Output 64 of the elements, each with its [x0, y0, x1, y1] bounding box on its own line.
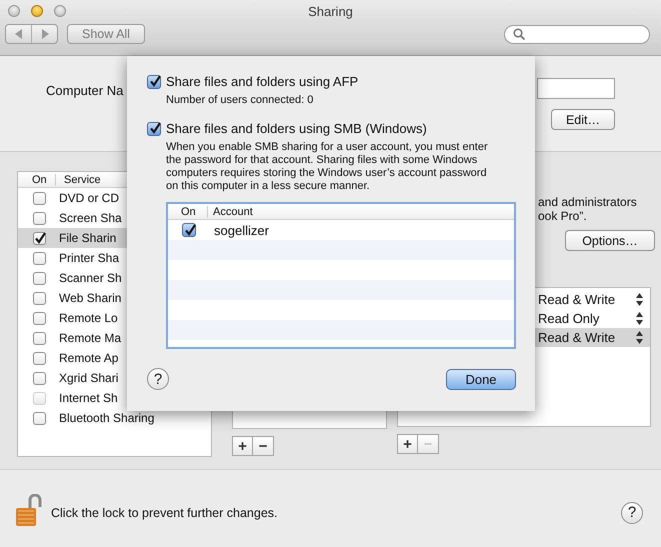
window-control[interactable] — [54, 5, 66, 17]
service-name: DVD or CD — [59, 191, 120, 205]
column-header: On — [18, 174, 56, 186]
permission-popup[interactable]: Read Only — [538, 311, 600, 326]
done-button[interactable]: Done — [446, 368, 516, 390]
permission-popup[interactable]: Read & Write — [538, 330, 616, 345]
checkbox[interactable] — [33, 312, 46, 324]
permission-popup[interactable]: Read & Write — [538, 292, 616, 307]
note-text: When you enable SMB sharing for a user account, you must enter the password for that account. Sharing files with some Windows computers requires storing the Windows user’s account password on this computer in a less secure manner. — [165, 141, 489, 193]
help-button[interactable]: ? — [147, 368, 169, 390]
description-text: ook Pro”. — [538, 209, 588, 223]
add-button[interactable]: + — [397, 434, 418, 454]
service-name: Remote Ap — [59, 351, 118, 365]
option-label: Share files and folders using AFP — [166, 74, 358, 89]
updown-arrows-icon — [636, 312, 643, 325]
back-icon — [14, 29, 22, 39]
account-name: sogellizer — [214, 222, 269, 238]
description-text: and administrators — [538, 195, 638, 209]
service-name: Web Sharin — [59, 291, 122, 305]
service-name: Screen Sha — [59, 211, 122, 225]
help-button[interactable]: ? — [621, 502, 643, 524]
options-button[interactable]: Options… — [565, 230, 655, 251]
search-field[interactable] — [504, 24, 650, 44]
column-header: Service — [63, 174, 101, 186]
service-name: Remote Ma — [59, 331, 122, 345]
updown-arrows-icon — [636, 331, 643, 344]
remove-button[interactable]: − — [253, 436, 274, 456]
checkbox[interactable] — [147, 122, 161, 136]
service-name: Scanner Sh — [59, 271, 122, 285]
checkbox[interactable] — [33, 372, 46, 384]
checkbox[interactable] — [33, 212, 46, 224]
edit-button[interactable]: Edit… — [551, 109, 615, 130]
column-header: Account — [212, 206, 253, 218]
checkbox[interactable] — [33, 192, 46, 204]
checkbox[interactable] — [33, 252, 46, 264]
checkbox[interactable] — [33, 232, 46, 244]
checkbox[interactable] — [182, 223, 196, 237]
padlock-icon — [14, 494, 44, 528]
service-name: Remote Lo — [59, 311, 118, 325]
service-name: Printer Sha — [59, 251, 120, 265]
lock-message: Click the lock to prevent further changes. — [51, 506, 278, 520]
service-row[interactable]: Bluetooth Sharing — [18, 408, 211, 428]
window-control[interactable] — [8, 5, 20, 17]
computer-name-label: Computer Na — [46, 83, 124, 99]
checkbox[interactable] — [33, 332, 46, 344]
forward-icon — [40, 29, 48, 39]
computer-name-field[interactable] — [537, 78, 615, 99]
service-name: Xgrid Shari — [59, 371, 118, 385]
checkbox[interactable] — [33, 352, 46, 364]
checkbox[interactable] — [33, 292, 46, 304]
updown-arrows-icon — [636, 293, 643, 306]
option-label: Share files and folders using SMB (Windows) — [166, 121, 427, 136]
window-title: Sharing — [308, 4, 353, 18]
checkbox[interactable] — [33, 412, 46, 424]
note-text: Number of users connected: 0 — [165, 94, 314, 108]
checkbox[interactable] — [33, 272, 46, 284]
column-header: On — [168, 206, 208, 218]
search-icon — [513, 28, 525, 40]
service-name: Internet Sh — [59, 391, 118, 405]
service-name: Bluetooth Sharing — [59, 411, 154, 425]
service-name: File Sharin — [59, 231, 116, 245]
window-control[interactable] — [31, 5, 43, 17]
add-button[interactable]: + — [232, 436, 253, 456]
checkbox[interactable] — [147, 74, 161, 88]
